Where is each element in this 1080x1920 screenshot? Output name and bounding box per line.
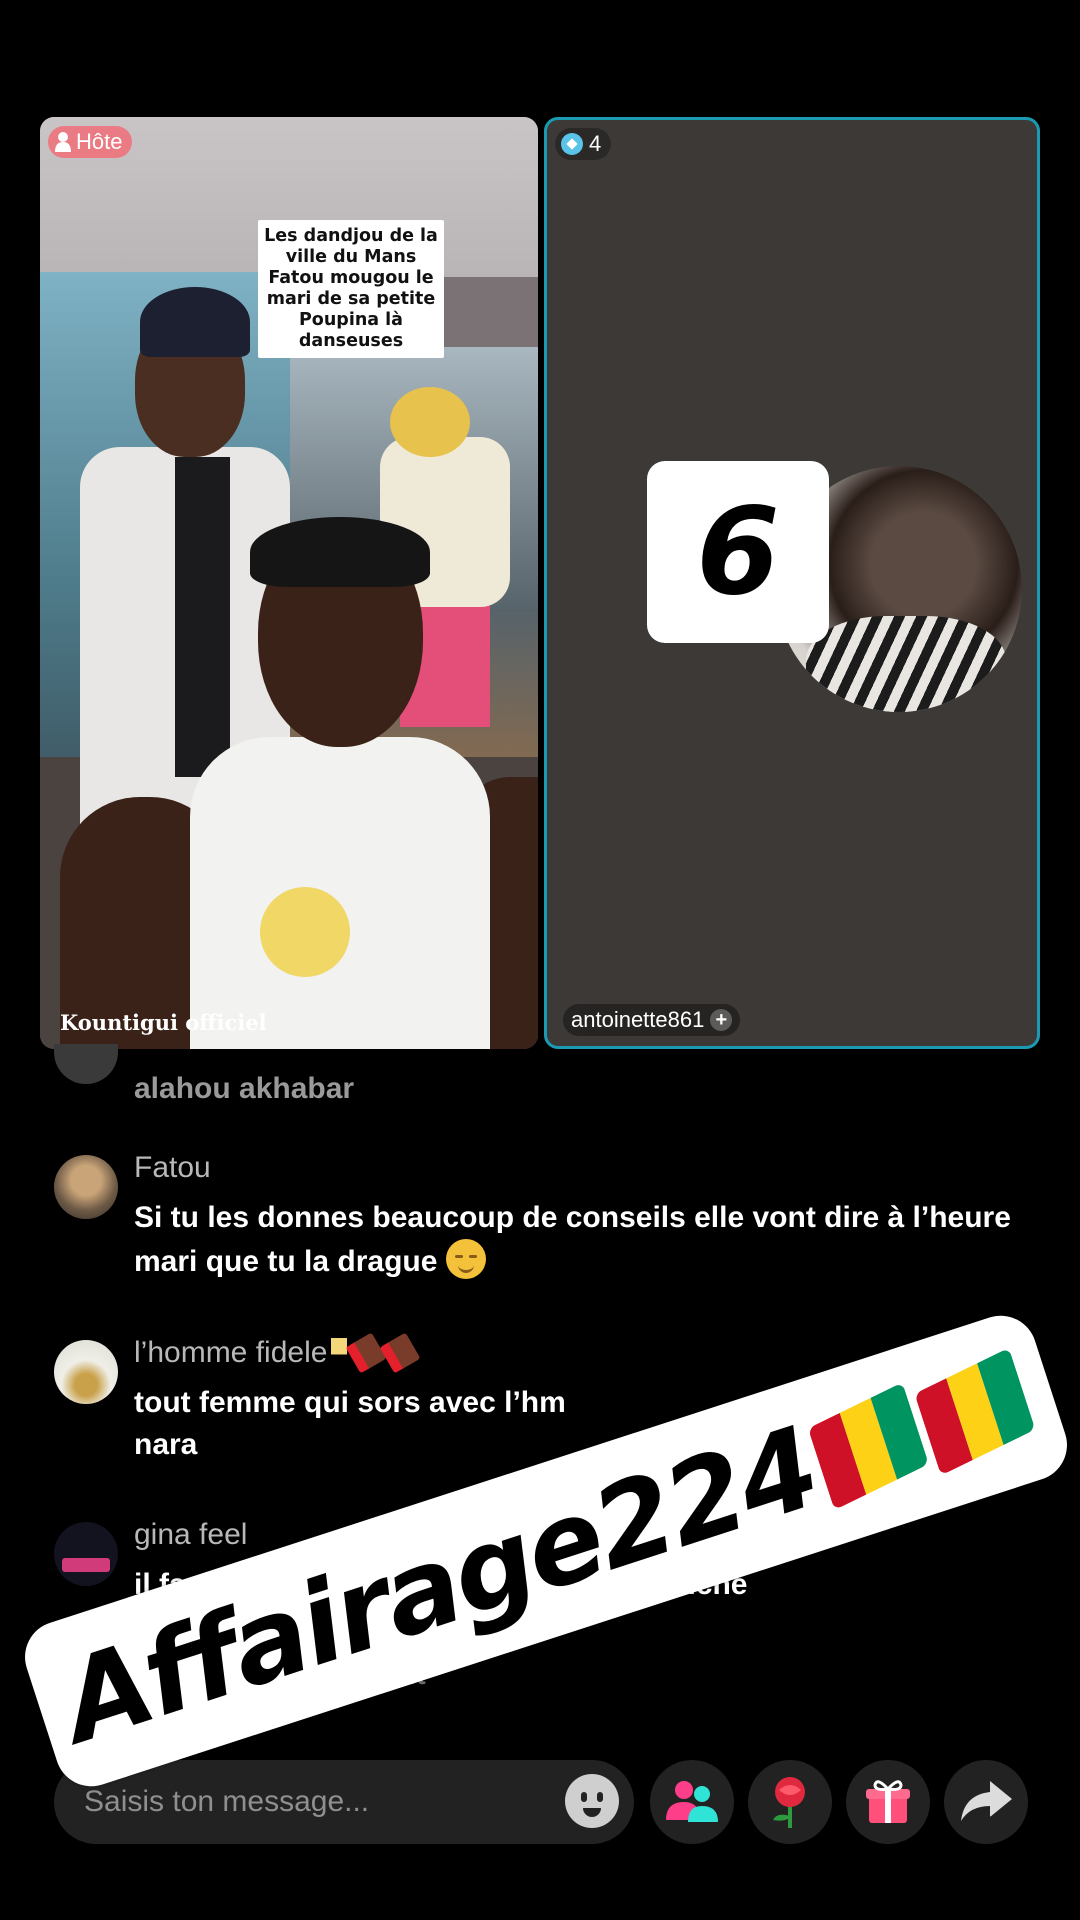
host-video-panel[interactable]: Les dandjou de la ville du Mans Fatou mo… bbox=[40, 117, 538, 1049]
guest-badge-count: 4 bbox=[589, 131, 602, 156]
message-placeholder: Saisis ton message... bbox=[84, 1785, 370, 1818]
avatar[interactable] bbox=[54, 1340, 118, 1404]
host-badge-label: Hôte bbox=[76, 129, 123, 154]
avatar[interactable] bbox=[54, 1522, 118, 1586]
chocolate-icon bbox=[345, 1332, 387, 1374]
number-tile: 6 bbox=[647, 461, 829, 643]
multi-guest-button[interactable] bbox=[650, 1760, 734, 1844]
chocolate-icon bbox=[379, 1332, 421, 1374]
comment-text: Si tu les donnes beaucoup de conseils el… bbox=[134, 1201, 1011, 1279]
host-icon bbox=[55, 132, 71, 152]
rose-icon bbox=[773, 1777, 805, 1828]
rose-gift-button[interactable] bbox=[748, 1760, 832, 1844]
comment-username[interactable]: Fatou bbox=[134, 1151, 211, 1185]
relieved-face-icon bbox=[445, 1239, 486, 1279]
share-count: 233 bbox=[967, 1810, 1005, 1835]
avatar[interactable] bbox=[54, 1044, 118, 1084]
comment-text: alahou akhabar bbox=[134, 1072, 355, 1105]
emoji-icon[interactable] bbox=[565, 1774, 619, 1828]
gift-button[interactable] bbox=[846, 1760, 930, 1844]
message-input[interactable]: Saisis ton message... bbox=[54, 1760, 634, 1844]
guest-video-panel[interactable]: 4 6 antoinette861 + bbox=[544, 117, 1040, 1049]
host-badge: Hôte bbox=[48, 126, 133, 158]
comment-username[interactable]: gina feel bbox=[134, 1518, 247, 1552]
guinea-flag-icon bbox=[808, 1382, 930, 1511]
plus-icon[interactable]: + bbox=[710, 1009, 733, 1031]
gift-icon bbox=[866, 1780, 910, 1823]
guest-name: antoinette861 bbox=[571, 1007, 705, 1032]
champagne-icon bbox=[331, 1338, 348, 1368]
avatar[interactable] bbox=[54, 1155, 118, 1219]
gem-icon bbox=[561, 133, 583, 155]
guest-badge: 4 bbox=[555, 128, 612, 160]
comment-username[interactable]: l’homme fidele bbox=[134, 1332, 421, 1374]
guest-name-chip[interactable]: antoinette861 + bbox=[563, 1004, 741, 1036]
video-caption: Les dandjou de la ville du Mans Fatou mo… bbox=[258, 220, 444, 358]
host-name[interactable]: Kountigui officiel bbox=[60, 1010, 267, 1035]
video-person bbox=[60, 417, 538, 1049]
guinea-flag-icon bbox=[914, 1347, 1036, 1476]
multi-guest-icon bbox=[666, 1781, 718, 1822]
share-button[interactable]: 233 bbox=[944, 1760, 1028, 1844]
